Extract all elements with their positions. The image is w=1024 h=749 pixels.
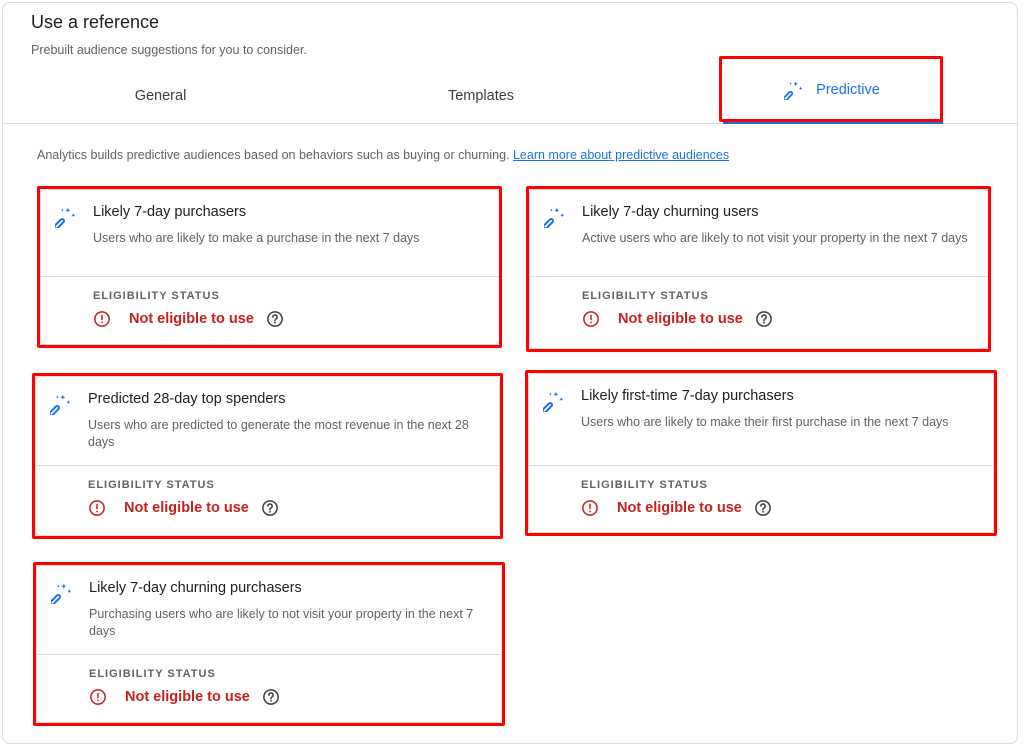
- eligibility-status: Not eligible to use: [93, 310, 284, 328]
- magic-wand-icon: [53, 206, 77, 233]
- active-tab-indicator: [723, 121, 943, 124]
- audience-card-1[interactable]: Likely 7-day purchasers Users who are li…: [40, 189, 500, 345]
- eligibility-status: Not eligible to use: [88, 499, 279, 517]
- help-icon[interactable]: [755, 310, 773, 328]
- audience-card-2[interactable]: Likely 7-day churning users Active users…: [529, 189, 989, 349]
- status-text: Not eligible to use: [124, 500, 249, 516]
- card-description: Users who are predicted to generate the …: [88, 418, 469, 449]
- error-icon: [89, 688, 107, 706]
- tab-templates-label: Templates: [447, 88, 515, 104]
- error-icon: [88, 499, 106, 517]
- intro-text: Analytics builds predictive audiences ba…: [37, 148, 729, 162]
- help-icon[interactable]: [754, 499, 772, 517]
- eligibility-status-label: ELIGIBILITY STATUS: [89, 668, 216, 680]
- card-title: Likely 7-day purchasers: [93, 204, 247, 220]
- tab-bar: General Templates Predictive: [3, 69, 1019, 124]
- status-text: Not eligible to use: [129, 311, 254, 327]
- tab-predictive[interactable]: Predictive: [721, 63, 943, 117]
- card-title: Likely 7-day churning purchasers: [89, 580, 302, 596]
- card-description: Active users who are likely to not visit…: [582, 231, 968, 245]
- help-icon[interactable]: [262, 688, 280, 706]
- magic-wand-icon: [541, 390, 565, 417]
- tab-predictive-label: Predictive: [816, 82, 880, 98]
- audience-card-5[interactable]: Likely 7-day churning purchasers Purchas…: [36, 565, 502, 723]
- tab-general-label: General: [134, 88, 187, 104]
- intro-description: Analytics builds predictive audiences ba…: [37, 148, 513, 162]
- card-title: Predicted 28-day top spenders: [88, 391, 286, 407]
- card-description: Users who are likely to make a purchase …: [93, 231, 420, 245]
- page-subtitle: Prebuilt audience suggestions for you to…: [31, 43, 307, 57]
- eligibility-status: Not eligible to use: [582, 310, 773, 328]
- eligibility-status: Not eligible to use: [581, 499, 772, 517]
- status-text: Not eligible to use: [617, 500, 742, 516]
- eligibility-status-label: ELIGIBILITY STATUS: [582, 290, 709, 302]
- magic-wand-icon: [784, 80, 804, 100]
- eligibility-status-label: ELIGIBILITY STATUS: [93, 290, 220, 302]
- eligibility-status-label: ELIGIBILITY STATUS: [581, 479, 708, 491]
- card-title: Likely 7-day churning users: [582, 204, 759, 220]
- error-icon: [93, 310, 111, 328]
- status-text: Not eligible to use: [618, 311, 743, 327]
- card-description: Users who are likely to make their first…: [581, 415, 949, 429]
- help-icon[interactable]: [266, 310, 284, 328]
- eligibility-status-label: ELIGIBILITY STATUS: [88, 479, 215, 491]
- error-icon: [582, 310, 600, 328]
- magic-wand-icon: [48, 393, 72, 420]
- magic-wand-icon: [542, 206, 566, 233]
- help-icon[interactable]: [261, 499, 279, 517]
- magic-wand-icon: [49, 582, 73, 609]
- page-title: Use a reference: [31, 12, 160, 32]
- error-icon: [581, 499, 599, 517]
- status-text: Not eligible to use: [125, 689, 250, 705]
- card-title: Likely first-time 7-day purchasers: [581, 388, 794, 404]
- card-description: Purchasing users who are likely to not v…: [89, 607, 474, 638]
- audience-card-4[interactable]: Likely first-time 7-day purchasers Users…: [528, 373, 994, 533]
- eligibility-status: Not eligible to use: [89, 688, 280, 706]
- tab-general[interactable]: General: [3, 69, 318, 123]
- audience-card-3[interactable]: Predicted 28-day top spenders Users who …: [35, 376, 500, 536]
- learn-more-link[interactable]: Learn more about predictive audiences: [513, 148, 729, 162]
- tab-templates[interactable]: Templates: [321, 69, 641, 123]
